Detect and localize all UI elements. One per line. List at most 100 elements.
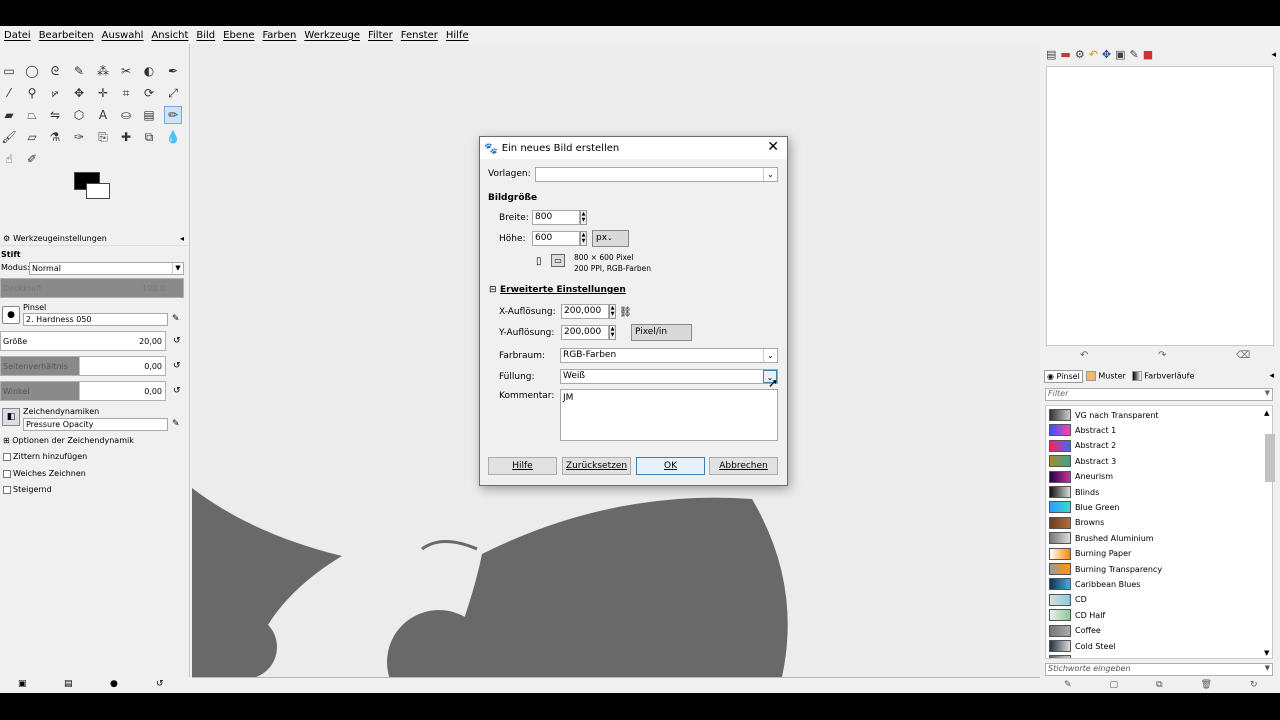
scale-icon[interactable]: ⤢ bbox=[164, 84, 182, 102]
panel-menu-icon[interactable]: ◂ bbox=[1271, 50, 1276, 60]
yres-input[interactable]: 200,000 bbox=[561, 325, 609, 340]
gradient-list-item[interactable]: Abstract 2 bbox=[1049, 439, 1264, 453]
incremental-checkbox[interactable] bbox=[3, 486, 11, 494]
crop-icon[interactable]: ⌗ bbox=[117, 84, 135, 102]
angle-reset-icon[interactable]: ↺ bbox=[173, 386, 181, 396]
scroll-up-icon[interactable]: ▲ bbox=[1264, 409, 1269, 417]
airbrush-icon[interactable]: ⚗ bbox=[46, 128, 64, 146]
eraser-icon[interactable]: ▱ bbox=[23, 128, 41, 146]
unit-combo[interactable]: px⌄ bbox=[592, 230, 629, 247]
tab-patterns[interactable]: Muster bbox=[1083, 370, 1129, 382]
ok-button[interactable]: OK bbox=[636, 457, 705, 475]
filter-input[interactable]: Filter ▼ bbox=[1045, 388, 1273, 401]
close-icon[interactable]: ✕ bbox=[767, 139, 779, 155]
redo-icon[interactable]: ↷ bbox=[1158, 350, 1166, 361]
resolution-unit-combo[interactable]: Pixel/in bbox=[631, 324, 692, 341]
cancel-button[interactable]: Abbrechen bbox=[709, 457, 778, 475]
delete-options-icon[interactable]: ● bbox=[110, 679, 118, 689]
gradient-list-item[interactable]: CD Half bbox=[1049, 608, 1264, 622]
gradient-list-item[interactable]: Brushed Aluminium bbox=[1049, 531, 1264, 545]
rotate-icon[interactable]: ⟳ bbox=[140, 84, 158, 102]
gradient-list-item[interactable]: Cold Steel 2 bbox=[1049, 654, 1264, 658]
dynamics-options-expander[interactable]: ⊞ Optionen der Zeichendynamik bbox=[0, 436, 188, 445]
duplicate-gradient-icon[interactable]: ⧉ bbox=[1156, 680, 1162, 690]
size-slider[interactable]: Größe 20,00 bbox=[0, 331, 166, 351]
gradient-list[interactable]: VG nach Transparent Abstract 1 Abstract 2 A… bbox=[1045, 405, 1273, 659]
blur-icon[interactable]: 💧 bbox=[164, 128, 182, 146]
perspective-icon[interactable]: ⏢ bbox=[23, 106, 41, 124]
brush-edit-icon[interactable]: ✎ bbox=[172, 314, 180, 324]
advanced-expander-icon[interactable]: ⊟ bbox=[489, 285, 497, 295]
aspect-reset-icon[interactable]: ↺ bbox=[173, 361, 181, 371]
pencil-icon[interactable]: ✏ bbox=[164, 106, 182, 124]
ellipse-select-icon[interactable]: ◯ bbox=[23, 62, 41, 80]
size-reset-icon[interactable]: ↺ bbox=[173, 336, 181, 346]
chain-link-icon[interactable]: ⛓ bbox=[619, 307, 632, 318]
gradient-list-item[interactable]: Burning Paper bbox=[1049, 547, 1264, 561]
aspect-slider[interactable]: Seitenverhältnis 0,00 bbox=[0, 356, 166, 376]
advanced-heading[interactable]: Erweiterte Einstellungen bbox=[500, 285, 626, 295]
undo-icon[interactable]: ↶ bbox=[1080, 350, 1088, 361]
width-spinner[interactable]: ▲ ▼ bbox=[580, 210, 587, 225]
tab-gradients[interactable]: Farbverläufe bbox=[1129, 370, 1198, 382]
undo-history-icon[interactable]: ↶ bbox=[1089, 48, 1098, 61]
menu-auswahl[interactable]: Auswahl bbox=[98, 30, 148, 41]
gradient-list-item[interactable]: CD bbox=[1049, 593, 1264, 607]
layers-icon[interactable]: ▤ bbox=[1046, 48, 1056, 61]
menu-datei[interactable]: Datei bbox=[0, 30, 35, 41]
gradient-list-item[interactable]: Abstract 3 bbox=[1049, 454, 1264, 468]
heal-icon[interactable]: ✚ bbox=[117, 128, 135, 146]
reset-options-icon[interactable]: ↺ bbox=[156, 679, 164, 689]
menu-werkzeuge[interactable]: Werkzeuge bbox=[300, 30, 364, 41]
menu-bild[interactable]: Bild bbox=[192, 30, 219, 41]
paths-icon[interactable]: ⚙ bbox=[1075, 48, 1085, 61]
smudge-icon[interactable]: ☝ bbox=[0, 150, 18, 168]
dynamics-field[interactable]: Pressure Opacity bbox=[23, 418, 168, 431]
portrait-icon[interactable]: ▯ bbox=[536, 256, 542, 267]
measure-icon[interactable]: ⦬ bbox=[46, 84, 64, 102]
brush-icon[interactable]: ✎ bbox=[1130, 48, 1139, 61]
cage-icon[interactable]: ⬡ bbox=[70, 106, 88, 124]
gradient-list-item[interactable]: Cold Steel bbox=[1049, 639, 1264, 653]
clone-icon[interactable]: ⎘ bbox=[94, 128, 112, 146]
paths-icon[interactable]: ✒ bbox=[164, 62, 182, 80]
opacity-slider[interactable]: Deckkraft 100,0 bbox=[0, 278, 184, 298]
width-input[interactable]: 800 bbox=[532, 210, 580, 225]
delete-gradient-icon[interactable]: 🗑 bbox=[1201, 680, 1212, 690]
clear-history-icon[interactable]: ⌫ bbox=[1236, 350, 1250, 361]
menu-ebene[interactable]: Ebene bbox=[219, 30, 258, 41]
refresh-icon[interactable]: ↻ bbox=[1250, 680, 1258, 690]
tool-options-tab[interactable]: ⚙ Werkzeugeinstellungen ◂ bbox=[0, 232, 188, 246]
dynamics-icon[interactable]: ◧ bbox=[2, 408, 20, 426]
panel-menu-icon[interactable]: ◂ bbox=[180, 234, 184, 243]
dodge-burn-icon[interactable]: ✐ bbox=[23, 150, 41, 168]
gradient-list-item[interactable]: Coffee bbox=[1049, 624, 1264, 638]
image-icon[interactable]: ▣ bbox=[1115, 48, 1125, 61]
yres-spinner[interactable]: ▲ ▼ bbox=[609, 325, 616, 340]
landscape-icon[interactable]: ▭ bbox=[551, 254, 565, 267]
free-select-icon[interactable]: ᘓ bbox=[46, 62, 64, 80]
xres-spinner[interactable]: ▲ ▼ bbox=[609, 304, 616, 319]
dynamics-edit-icon[interactable]: ✎ bbox=[172, 419, 180, 429]
align-icon[interactable]: ✛ bbox=[94, 84, 112, 102]
chevron-down-icon[interactable]: ▼ bbox=[1265, 389, 1270, 397]
menu-hilfe[interactable]: Hilfe bbox=[442, 30, 473, 41]
move-icon[interactable]: ✥ bbox=[70, 84, 88, 102]
gradient-list-item[interactable]: Blue Green bbox=[1049, 500, 1264, 514]
color-picker-icon[interactable]: ⁄ bbox=[0, 84, 18, 102]
channels-icon[interactable]: ▬ bbox=[1060, 48, 1070, 61]
restore-options-icon[interactable]: ▤ bbox=[64, 679, 73, 689]
gradient-list-item[interactable]: Caribbean Blues bbox=[1049, 577, 1264, 591]
scroll-down-icon[interactable]: ▼ bbox=[1264, 649, 1269, 657]
dialog-titlebar[interactable]: 🐾 Ein neues Bild erstellen ✕ bbox=[480, 137, 787, 159]
comment-textarea[interactable]: JM bbox=[560, 389, 778, 441]
horizontal-scrollbar[interactable] bbox=[192, 677, 1040, 691]
scrollbar-thumb[interactable] bbox=[1265, 434, 1275, 482]
layers-panel[interactable] bbox=[1046, 66, 1274, 346]
brush-preview-icon[interactable]: ● bbox=[2, 306, 20, 324]
gradient-list-item[interactable]: Browns bbox=[1049, 516, 1264, 530]
mode-combo[interactable]: Normal ▼ bbox=[29, 262, 184, 275]
xres-input[interactable]: 200,000 bbox=[561, 304, 609, 319]
tags-input[interactable]: Stichworte eingeben ▼ bbox=[1045, 663, 1273, 676]
menu-ansicht[interactable]: Ansicht bbox=[147, 30, 192, 41]
